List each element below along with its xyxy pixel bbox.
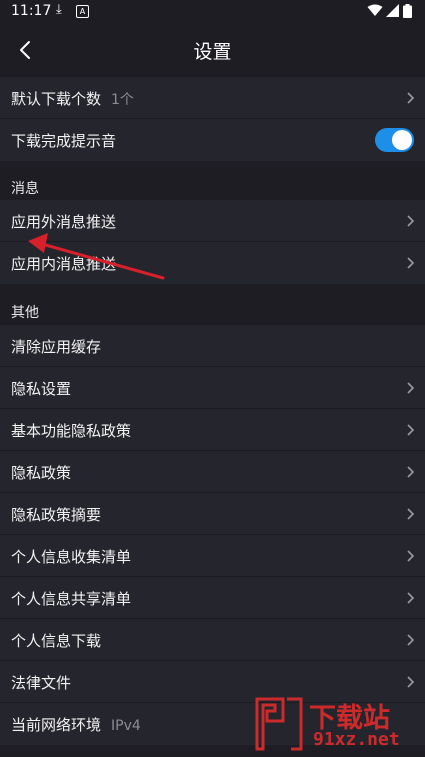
clear-cache-label: 清除应用缓存 (11, 338, 102, 356)
info-sharing-list-label: 个人信息共享清单 (11, 590, 132, 608)
info-download-row[interactable]: 个人信息下载 (0, 619, 425, 661)
in-app-push-label: 应用内消息推送 (11, 255, 117, 273)
basic-privacy-policy-label: 基本功能隐私政策 (11, 422, 132, 440)
network-environment-value: IPv4 (111, 718, 141, 734)
legal-documents-label: 法律文件 (11, 674, 72, 692)
privacy-summary-row[interactable]: 隐私政策摘要 (0, 493, 425, 535)
chevron-right-icon (407, 257, 415, 269)
default-download-count-label: 默认下载个数 (11, 90, 102, 108)
chevron-right-icon (407, 92, 415, 104)
clear-cache-row[interactable]: 清除应用缓存 (0, 325, 425, 367)
chevron-right-icon (407, 466, 415, 478)
site-watermark: 下载站 91xz.net (251, 693, 421, 755)
other-section: 清除应用缓存 隐私设置 基本功能隐私政策 隐私政策 隐私政策摘要 个人信息收集清… (0, 325, 425, 745)
download-complete-sound-row: 下载完成提示音 (0, 119, 425, 161)
messages-group-title: 消息 (11, 181, 39, 197)
chevron-right-icon (407, 508, 415, 520)
in-app-push-row[interactable]: 应用内消息推送 (0, 242, 425, 284)
chevron-right-icon (407, 215, 415, 227)
basic-privacy-policy-row[interactable]: 基本功能隐私政策 (0, 409, 425, 451)
wifi-icon (367, 4, 383, 16)
default-download-count-row[interactable]: 默认下载个数 1个 (0, 77, 425, 119)
chevron-right-icon (407, 550, 415, 562)
network-environment-label: 当前网络环境 (11, 716, 102, 734)
messages-section: 应用外消息推送 应用内消息推送 (0, 200, 425, 284)
app-notification-icon: A (76, 5, 89, 18)
watermark-logo-icon (255, 697, 303, 751)
watermark-line2: 91xz.net (313, 729, 400, 750)
privacy-policy-label: 隐私政策 (11, 464, 72, 482)
info-collection-list-label: 个人信息收集清单 (11, 548, 132, 566)
download-status-icon: ⤓ (56, 2, 62, 17)
download-complete-sound-toggle[interactable] (375, 128, 414, 152)
info-sharing-list-row[interactable]: 个人信息共享清单 (0, 577, 425, 619)
status-bar: 11:17 ⤓ A (0, 0, 425, 24)
download-settings-section: 默认下载个数 1个 下载完成提示音 (0, 77, 425, 161)
messages-group-header: 消息 (0, 162, 425, 200)
external-push-label: 应用外消息推送 (11, 213, 117, 231)
signal-icon (386, 4, 399, 17)
toggle-knob (392, 130, 412, 150)
privacy-summary-label: 隐私政策摘要 (11, 506, 102, 524)
battery-icon (403, 4, 412, 18)
chevron-right-icon (407, 676, 415, 688)
info-download-label: 个人信息下载 (11, 632, 102, 650)
download-complete-sound-label: 下载完成提示音 (11, 132, 117, 150)
top-app-bar: 设置 (0, 24, 425, 76)
info-collection-list-row[interactable]: 个人信息收集清单 (0, 535, 425, 577)
other-group-title: 其他 (11, 305, 39, 321)
status-time: 11:17 (11, 3, 52, 19)
privacy-policy-row[interactable]: 隐私政策 (0, 451, 425, 493)
external-push-row[interactable]: 应用外消息推送 (0, 200, 425, 242)
chevron-right-icon (407, 592, 415, 604)
privacy-settings-row[interactable]: 隐私设置 (0, 367, 425, 409)
privacy-settings-label: 隐私设置 (11, 380, 72, 398)
chevron-right-icon (407, 634, 415, 646)
chevron-right-icon (407, 382, 415, 394)
chevron-right-icon (407, 424, 415, 436)
page-title: 设置 (193, 41, 232, 63)
other-group-header: 其他 (0, 286, 425, 324)
default-download-count-value: 1个 (111, 92, 134, 108)
